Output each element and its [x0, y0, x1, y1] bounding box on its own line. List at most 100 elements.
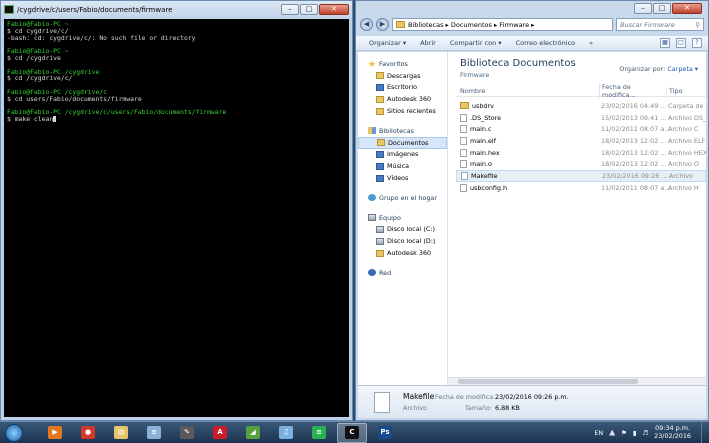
drive-icon: [376, 237, 384, 245]
taskbar-inkscape-button[interactable]: ✎: [172, 423, 202, 443]
file-name-cell: main.hex: [456, 148, 599, 157]
nav-item-red[interactable]: Red: [358, 267, 447, 279]
column-date[interactable]: Fecha de modifica...: [599, 83, 666, 99]
nav-item-descargas[interactable]: Descargas: [358, 70, 447, 82]
clock-date: 23/02/2016: [654, 431, 691, 440]
horizontal-scrollbar[interactable]: [448, 377, 706, 385]
column-name[interactable]: Nombre: [456, 87, 599, 95]
search-icon: ⚲: [695, 20, 700, 29]
terminal-output[interactable]: Fabio@Fabio-PC ~ $ cd cygdrive/c/-bash: c…: [4, 19, 349, 417]
navigation-pane[interactable]: Favoritos Descargas Escritorio Autodesk 360…: [358, 52, 448, 385]
nav-item-disco-local-d[interactable]: Disco local (D:): [358, 235, 447, 247]
terminal-line: $ cd /cygdrive: [7, 53, 61, 62]
file-list-pane[interactable]: Biblioteca Documentos Firmware Organizar…: [448, 52, 706, 385]
preview-pane-icon[interactable]: □: [676, 38, 686, 48]
flag-icon[interactable]: ⚑: [621, 429, 627, 437]
volume-icon[interactable]: ♬: [642, 429, 648, 437]
file-icon: [374, 392, 390, 413]
nav-item-grupo-en-el-hogar[interactable]: Grupo en el hogar: [358, 192, 447, 204]
terminal-line: $ cd /cygdrive/c/: [7, 74, 73, 83]
nav-item-favoritos[interactable]: Favoritos: [358, 58, 447, 70]
arrange-by[interactable]: Organizar por: Carpeta ▾: [619, 65, 698, 73]
folder-icon: [396, 21, 405, 28]
terminal-titlebar[interactable]: /cygdrive/c/users/Fabio/documents/firmwa…: [1, 1, 352, 18]
share-button[interactable]: Compartir con ▾: [450, 39, 502, 47]
file-row[interactable]: main.elf 18/02/2013 12:02 ... Archivo ELF: [456, 135, 706, 147]
taskbar-itunes-button[interactable]: ♫: [271, 423, 301, 443]
terminal-line: $ make clean: [7, 116, 346, 123]
nav-item-autodesk-360[interactable]: Autodesk 360: [358, 247, 447, 259]
file-rows: usbdrv 23/02/2016 04:49 ... Carpeta de a .D…: [456, 100, 706, 194]
terminal-title: /cygdrive/c/users/Fabio/documents/firmwa…: [17, 5, 173, 14]
email-button[interactable]: Correo electrónico: [516, 39, 576, 47]
show-hidden-icons-icon[interactable]: [609, 429, 616, 436]
file-name: usbconfig.h: [470, 183, 508, 192]
media-player-icon: ▶: [48, 426, 62, 439]
nav-item-im-genes[interactable]: Imágenes: [358, 149, 447, 161]
file-row[interactable]: main.o 18/02/2013 12:02 ... Archivo O: [456, 158, 706, 170]
clock[interactable]: 09:34 p.m. 23/02/2016: [654, 424, 691, 440]
minimize-button[interactable]: –: [281, 4, 299, 15]
taskbar-cygwin-terminal-button[interactable]: C: [337, 422, 367, 443]
open-button[interactable]: Abrir: [420, 39, 436, 47]
file-name: main.hex: [470, 148, 500, 157]
details-date-value: 23/02/2016 09:26 p.m.: [495, 393, 569, 401]
language-indicator[interactable]: EN: [594, 429, 603, 437]
nav-item-autodesk-360[interactable]: Autodesk 360: [358, 93, 447, 105]
nav-item-v-deos[interactable]: Vídeos: [358, 172, 447, 184]
taskbar-sketchup-button[interactable]: ◢: [238, 423, 268, 443]
more-button[interactable]: »: [589, 39, 593, 47]
address-bar[interactable]: Bibliotecas ▸ Documentos ▸ Firmware ▸: [392, 18, 613, 31]
file-name: main.elf: [470, 136, 496, 145]
organize-button[interactable]: Organizar ▾: [369, 39, 406, 47]
taskbar-spotify-button[interactable]: ≡: [304, 423, 334, 443]
nav-item-bibliotecas[interactable]: Bibliotecas: [358, 125, 447, 137]
show-desktop-button[interactable]: [701, 421, 709, 443]
column-type[interactable]: Tipo: [666, 87, 706, 95]
terminal-window[interactable]: /cygdrive/c/users/Fabio/documents/firmwa…: [0, 0, 353, 421]
view-options-icon[interactable]: ▦: [660, 38, 670, 48]
forward-button[interactable]: ▶: [376, 18, 389, 31]
explorer-window[interactable]: – □ ✕ ◀ ▶ Bibliotecas ▸ Documentos ▸ Fir…: [355, 0, 709, 421]
lib-icon: [368, 127, 376, 135]
close-button[interactable]: ✕: [319, 4, 349, 15]
search-placeholder: Buscar Firmware: [620, 20, 675, 29]
blue-icon: [376, 174, 384, 182]
details-filename: Makefile: [403, 392, 435, 401]
file-icon: [460, 160, 467, 169]
file-row[interactable]: main.hex 18/02/2013 12:02 ... Archivo HEX: [456, 147, 706, 159]
back-button[interactable]: ◀: [360, 18, 373, 31]
minimize-button[interactable]: –: [634, 3, 652, 14]
nav-item-sitios-recientes[interactable]: Sitios recientes: [358, 105, 447, 117]
file-row[interactable]: usbdrv 23/02/2016 04:49 ... Carpeta de a: [456, 100, 706, 112]
taskbar-notepad-button[interactable]: ≡: [139, 423, 169, 443]
arrange-dropdown[interactable]: Carpeta ▾: [667, 65, 698, 73]
taskbar-chrome-button[interactable]: ●: [73, 423, 103, 443]
star-icon: [368, 60, 376, 67]
taskbar-media-player-button[interactable]: ▶: [40, 423, 70, 443]
nav-item-equipo[interactable]: Equipo: [358, 212, 447, 224]
taskbar-photoshop-button[interactable]: Ps: [370, 423, 400, 443]
help-icon[interactable]: ?: [692, 38, 702, 48]
search-input[interactable]: Buscar Firmware ⚲: [616, 18, 704, 31]
autocad-icon: A: [213, 426, 227, 439]
maximize-button[interactable]: □: [300, 4, 318, 15]
nav-item-escritorio[interactable]: Escritorio: [358, 82, 447, 94]
start-button[interactable]: [5, 423, 23, 442]
file-row[interactable]: Makefile 23/02/2016 09:26 ... Archivo: [456, 170, 706, 182]
file-row[interactable]: .DS_Store 15/02/2013 09:41 ... Archivo DS_…: [456, 112, 706, 124]
taskbar-explorer-button[interactable]: ▤: [106, 423, 136, 443]
nav-item-documentos[interactable]: Documentos: [358, 136, 447, 149]
close-button[interactable]: ✕: [672, 3, 702, 14]
file-icon: [460, 183, 467, 192]
nav-item-disco-local-c[interactable]: Disco local (C:): [358, 224, 447, 236]
file-row[interactable]: usbconfig.h 11/02/2011 08:07 a... Archivo …: [456, 182, 706, 194]
nav-item-label: Disco local (D:): [387, 237, 436, 246]
nav-item-m-sica[interactable]: Música: [358, 160, 447, 172]
scrollbar-thumb[interactable]: [458, 379, 638, 384]
maximize-button[interactable]: □: [653, 3, 671, 14]
nav-item-label: Grupo en el hogar: [379, 193, 437, 202]
taskbar-autocad-button[interactable]: A: [205, 423, 235, 443]
network-icon[interactable]: ▮: [633, 429, 637, 437]
file-row[interactable]: main.c 11/02/2011 08:07 a... Archivo C: [456, 123, 706, 135]
